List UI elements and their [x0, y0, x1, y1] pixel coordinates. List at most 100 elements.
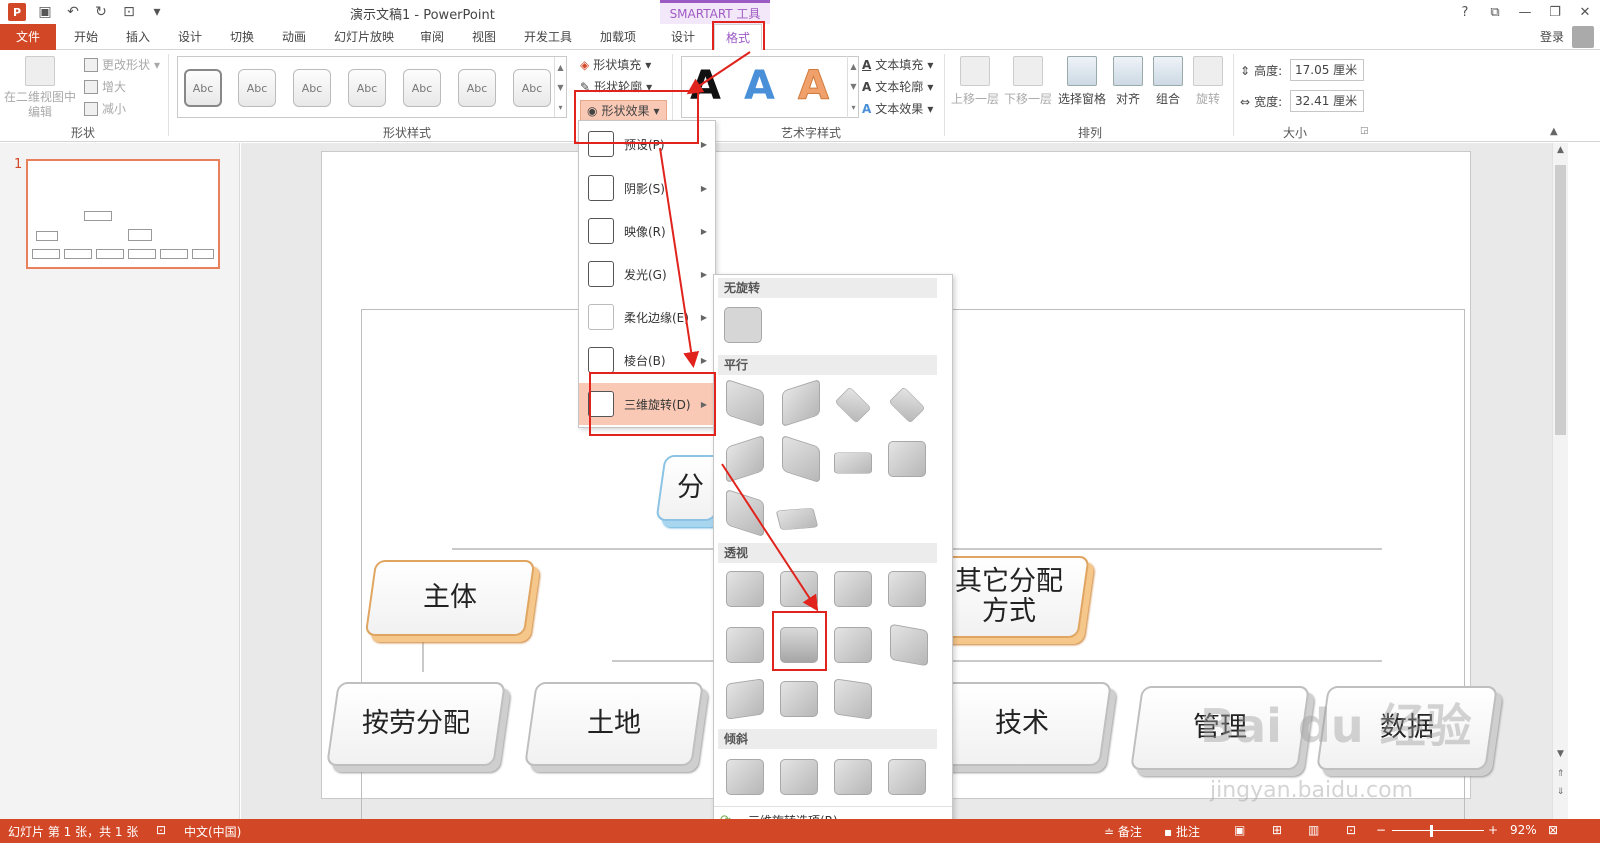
ribbon-display-options-button[interactable]: ⧉ [1480, 0, 1510, 24]
tab-animations[interactable]: 动画 [270, 24, 318, 50]
wordart-style-orange[interactable]: A [798, 63, 830, 110]
rotate-button[interactable]: 旋转 [1190, 56, 1226, 107]
fit-to-window-icon[interactable]: ⊠ [1548, 823, 1558, 837]
tab-view[interactable]: 视图 [460, 24, 508, 50]
slide-sorter-icon[interactable]: ⊞ [1272, 823, 1282, 837]
collapse-ribbon-icon[interactable]: ▲ [1550, 126, 1558, 137]
text-fill-button[interactable]: A 文本填充 ▾ [862, 56, 933, 73]
shape-style-swatch[interactable]: Abc [458, 69, 496, 107]
perspective-option[interactable] [726, 627, 764, 663]
scroll-down-arrow-icon[interactable]: ▼ [1555, 749, 1566, 759]
perspective-option[interactable] [726, 678, 764, 720]
parallel-option[interactable] [782, 434, 820, 484]
redo-icon[interactable]: ↻ [92, 3, 110, 21]
zoom-slider-thumb[interactable] [1430, 825, 1433, 837]
tab-developer[interactable]: 开发工具 [516, 24, 580, 50]
perspective-option[interactable] [834, 571, 872, 607]
spellcheck-icon[interactable]: ⊡ [156, 823, 166, 837]
tab-file[interactable]: 文件 [0, 24, 56, 50]
tab-slideshow[interactable]: 幻灯片放映 [326, 24, 402, 50]
menu-item-glow[interactable]: 发光(G) ▶ [579, 253, 715, 295]
zoom-out-icon[interactable]: − [1376, 823, 1386, 837]
perspective-option[interactable] [780, 681, 818, 717]
size-dialog-launcher-icon[interactable]: ◲ [1360, 126, 1369, 136]
oblique-option[interactable] [834, 759, 872, 795]
group-button[interactable]: 组合 [1150, 56, 1186, 107]
tab-home[interactable]: 开始 [62, 24, 110, 50]
shape-styles-gallery[interactable]: Abc Abc Abc Abc Abc Abc Abc ▲ ▼ ▾ [177, 56, 567, 118]
comments-button[interactable]: ▪ 批注 [1164, 823, 1200, 840]
oblique-option[interactable] [780, 759, 818, 795]
selection-pane-button[interactable]: 选择窗格 [1056, 56, 1108, 107]
tab-review[interactable]: 审阅 [408, 24, 456, 50]
customize-qat-icon[interactable]: ▾ [148, 3, 166, 21]
user-avatar-icon[interactable] [1572, 26, 1594, 48]
perspective-option[interactable] [726, 571, 764, 607]
parallel-option[interactable] [888, 441, 926, 477]
align-button[interactable]: 对齐 [1110, 56, 1146, 107]
smartart-node-subject[interactable]: 主体 [364, 560, 536, 636]
perspective-option[interactable] [834, 678, 872, 720]
notes-button[interactable]: ≐ 备注 [1104, 823, 1142, 840]
wordart-gallery[interactable]: A A A [681, 56, 859, 118]
parallel-option[interactable] [888, 386, 926, 424]
zoom-level[interactable]: 92% [1510, 823, 1537, 837]
perspective-option[interactable] [888, 571, 926, 607]
normal-view-icon[interactable]: ▣ [1234, 823, 1245, 837]
zoom-slider[interactable] [1392, 830, 1484, 831]
vertical-scrollbar[interactable]: ▲ ▼ ⇑ ⇓ [1552, 143, 1568, 819]
wordart-gallery-scroll[interactable]: ▲ ▼ ▾ [847, 56, 859, 118]
edit-in-2d-button[interactable]: 在二维视图中 编辑 [4, 56, 76, 120]
shape-style-swatch[interactable]: Abc [184, 69, 222, 107]
shape-style-swatch[interactable]: Abc [348, 69, 386, 107]
restore-button[interactable]: ❐ [1540, 0, 1570, 24]
language-indicator[interactable]: 中文(中国) [184, 823, 241, 840]
send-backward-button[interactable]: 下移一层 [1003, 56, 1053, 107]
scroll-up-icon[interactable]: ▲ [850, 62, 856, 71]
shape-style-swatch[interactable]: Abc [513, 69, 551, 107]
menu-item-shadow[interactable]: 阴影(S) ▶ [579, 167, 715, 209]
scroll-down-icon[interactable]: ▼ [850, 82, 856, 91]
help-button[interactable]: ? [1450, 0, 1480, 24]
smartart-node-tech[interactable]: 技术 [932, 682, 1112, 766]
gallery-more-icon[interactable]: ▾ [558, 103, 562, 112]
perspective-option[interactable] [834, 627, 872, 663]
oblique-option[interactable] [726, 759, 764, 795]
save-icon[interactable]: ▣ [36, 3, 54, 21]
parallel-option[interactable] [834, 386, 872, 424]
menu-item-soft-edges[interactable]: 柔化边缘(E) ▶ [579, 296, 715, 338]
next-slide-icon[interactable]: ⇓ [1555, 787, 1566, 797]
gallery-scroll[interactable]: ▲ ▼ ▾ [554, 57, 566, 117]
tab-transitions[interactable]: 切换 [218, 24, 266, 50]
start-slideshow-icon[interactable]: ⊡ [120, 3, 138, 21]
parallel-option[interactable] [726, 434, 764, 484]
perspective-option[interactable] [890, 623, 928, 667]
wordart-style-blue[interactable]: A [744, 63, 775, 109]
parallel-option[interactable] [726, 378, 764, 428]
smartart-node-labor[interactable]: 按劳分配 [326, 682, 506, 766]
menu-item-reflection[interactable]: 映像(R) ▶ [579, 210, 715, 252]
parallel-option[interactable] [782, 378, 820, 428]
tab-design[interactable]: 设计 [166, 24, 214, 50]
shape-style-swatch[interactable]: Abc [293, 69, 331, 107]
scroll-up-arrow-icon[interactable]: ▲ [1555, 145, 1566, 155]
smaller-button[interactable]: 减小 [84, 100, 126, 117]
tab-addins[interactable]: 加载项 [590, 24, 646, 50]
larger-button[interactable]: 增大 [84, 78, 126, 95]
scroll-down-icon[interactable]: ▼ [557, 83, 563, 92]
scrollbar-thumb[interactable] [1555, 165, 1566, 435]
zoom-in-icon[interactable]: + [1488, 823, 1498, 837]
scroll-up-icon[interactable]: ▲ [557, 63, 563, 72]
shape-fill-button[interactable]: ◈ 形状填充 ▾ [580, 56, 651, 73]
slide-thumbnail[interactable] [26, 159, 220, 269]
smartart-node-land[interactable]: 土地 [524, 682, 704, 766]
parallel-option[interactable] [726, 488, 764, 538]
previous-slide-icon[interactable]: ⇑ [1555, 769, 1566, 779]
gallery-more-icon[interactable]: ▾ [851, 103, 855, 112]
undo-icon[interactable]: ↶ [64, 3, 82, 21]
slideshow-view-icon[interactable]: ⊡ [1346, 823, 1356, 837]
parallel-option[interactable] [834, 452, 872, 474]
no-rotation-option[interactable] [724, 307, 762, 343]
height-input[interactable]: 17.05 厘米 [1290, 59, 1364, 81]
bring-forward-button[interactable]: 上移一层 [950, 56, 1000, 107]
